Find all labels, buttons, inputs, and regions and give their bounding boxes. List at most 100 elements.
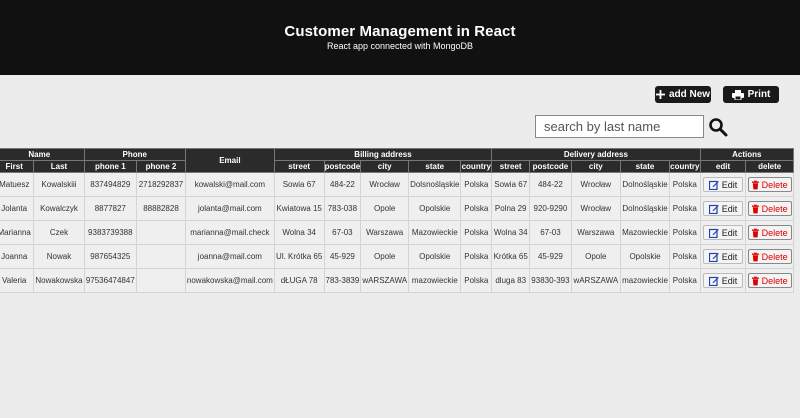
header-name: Name xyxy=(0,148,85,161)
table-row: Jolanta Kowalczyk 8877827 88882828 jolanta@m… xyxy=(0,196,794,221)
cell-phone1: 837494829 xyxy=(83,172,138,197)
cell-last: Kowalskiii xyxy=(33,172,85,197)
cell-delete: Delete xyxy=(745,244,794,269)
plus-icon xyxy=(655,90,665,99)
delete-button[interactable]: Delete xyxy=(747,273,792,288)
cell-phone1: 987654325 xyxy=(83,244,138,269)
cell-b-state: Dolsnośląskie xyxy=(408,172,462,197)
cell-b-street: dŁUGA 78 xyxy=(273,268,325,293)
cell-d-postcode: 920-9290 xyxy=(529,196,572,221)
print-button[interactable]: Print xyxy=(723,86,779,103)
cell-b-city: wARSZAWA xyxy=(360,268,410,293)
header-billing-city: city xyxy=(360,160,410,173)
cell-phone2 xyxy=(136,268,186,293)
cell-email: marianna@mail.check xyxy=(184,220,275,245)
cell-edit: Edit xyxy=(699,268,747,293)
cell-b-country: Polska xyxy=(460,196,493,221)
cell-b-street: Ul. Krótka 65 xyxy=(273,244,325,269)
cell-b-city: Opole xyxy=(360,196,410,221)
cell-d-city: Warszawa xyxy=(570,220,622,245)
trash-icon xyxy=(751,180,759,189)
cell-b-postcode: 45-929 xyxy=(323,244,362,269)
cell-b-postcode: 783-3839 xyxy=(323,268,362,293)
cell-phone1: 97536474847 xyxy=(83,268,138,293)
cell-d-street: Sowia 67 xyxy=(491,172,531,197)
cell-edit: Edit xyxy=(699,196,747,221)
delete-button[interactable]: Delete xyxy=(747,249,792,264)
header-last: Last xyxy=(33,160,85,173)
header-billing-country: country xyxy=(460,160,493,173)
header-first: First xyxy=(0,160,35,173)
search-input[interactable] xyxy=(535,115,704,138)
edit-label: Edit xyxy=(721,179,738,190)
edit-icon xyxy=(708,252,719,262)
delete-button[interactable]: Delete xyxy=(747,225,792,240)
delete-button[interactable]: Delete xyxy=(747,201,792,216)
table-row: Matuesz Kowalskiii 837494829 2718292837 kowa… xyxy=(0,172,794,197)
header-delivery-state: state xyxy=(620,160,670,173)
cell-d-state: Dolnośląskie xyxy=(620,196,670,221)
print-label: Print xyxy=(747,89,771,100)
table-row: Valeria Nowakowska 97536474847 nowakowska@m… xyxy=(0,268,794,293)
edit-icon xyxy=(708,204,719,214)
customers-table-body: Matuesz Kowalskiii 837494829 2718292837 kowa… xyxy=(0,172,794,293)
cell-b-country: Polska xyxy=(460,220,493,245)
trash-icon xyxy=(751,276,759,285)
header-delivery-street: street xyxy=(491,160,531,173)
cell-first: Jolanta xyxy=(0,196,35,221)
cell-phone1: 9383739388 xyxy=(83,220,138,245)
edit-button[interactable]: Edit xyxy=(703,177,743,192)
header-billing-street: street xyxy=(273,160,325,173)
cell-email: nowakowska@mail.com xyxy=(184,268,275,293)
cell-d-postcode: 484-22 xyxy=(529,172,572,197)
search-icon[interactable] xyxy=(708,117,728,137)
cell-d-state: Opolskie xyxy=(620,244,670,269)
cell-last: Kowalczyk xyxy=(33,196,85,221)
cell-d-state: Mazowieckie xyxy=(620,220,670,245)
cell-b-street: Wolna 34 xyxy=(273,220,325,245)
cell-delete: Delete xyxy=(745,220,794,245)
cell-last: Nowakowska xyxy=(33,268,85,293)
header-billing-state: state xyxy=(408,160,462,173)
edit-button[interactable]: Edit xyxy=(703,249,743,264)
cell-d-city: Wrocław xyxy=(570,196,622,221)
header-billing-postcode: postcode xyxy=(323,160,362,173)
cell-phone2 xyxy=(136,244,186,269)
cell-b-state: Opolskie xyxy=(408,244,462,269)
edit-button[interactable]: Edit xyxy=(703,225,743,240)
cell-b-postcode: 484-22 xyxy=(323,172,362,197)
edit-button[interactable]: Edit xyxy=(703,201,743,216)
cell-edit: Edit xyxy=(699,172,747,197)
cell-phone1: 8877827 xyxy=(83,196,138,221)
page-subtitle: React app connected with MongoDB xyxy=(326,41,474,51)
cell-d-postcode: 67-03 xyxy=(529,220,572,245)
cell-email: joanna@mail.com xyxy=(184,244,275,269)
delete-label: Delete xyxy=(761,251,788,262)
cell-last: Czek xyxy=(33,220,85,245)
cell-delete: Delete xyxy=(745,196,794,221)
add-new-button[interactable]: add New xyxy=(655,86,711,103)
cell-d-state: Dolnośląskie xyxy=(620,172,670,197)
edit-label: Edit xyxy=(721,251,738,262)
delete-label: Delete xyxy=(761,275,788,286)
delete-button[interactable]: Delete xyxy=(747,177,792,192)
cell-b-country: Polska xyxy=(460,268,493,293)
cell-b-street: Sowia 67 xyxy=(273,172,325,197)
cell-delete: Delete xyxy=(745,172,794,197)
cell-b-state: Mazowieckie xyxy=(408,220,462,245)
cell-edit: Edit xyxy=(699,220,747,245)
header-edit: edit xyxy=(699,160,747,173)
cell-d-street: dluga 83 xyxy=(491,268,531,293)
cell-b-city: Opole xyxy=(360,244,410,269)
edit-label: Edit xyxy=(721,227,738,238)
edit-label: Edit xyxy=(721,275,738,286)
header-delivery-postcode: postcode xyxy=(529,160,572,173)
cell-d-country: Polska xyxy=(668,172,701,197)
edit-button[interactable]: Edit xyxy=(703,273,743,288)
cell-d-postcode: 45-929 xyxy=(529,244,572,269)
cell-b-postcode: 67-03 xyxy=(323,220,362,245)
table-row: Joanna Nowak 987654325 joanna@mail.com Ul. K… xyxy=(0,244,794,269)
header-email: Email xyxy=(184,148,275,173)
customers-table: Name Phone Email Billing address Deliver… xyxy=(0,148,795,293)
header-billing-address: Billing address xyxy=(273,148,493,161)
